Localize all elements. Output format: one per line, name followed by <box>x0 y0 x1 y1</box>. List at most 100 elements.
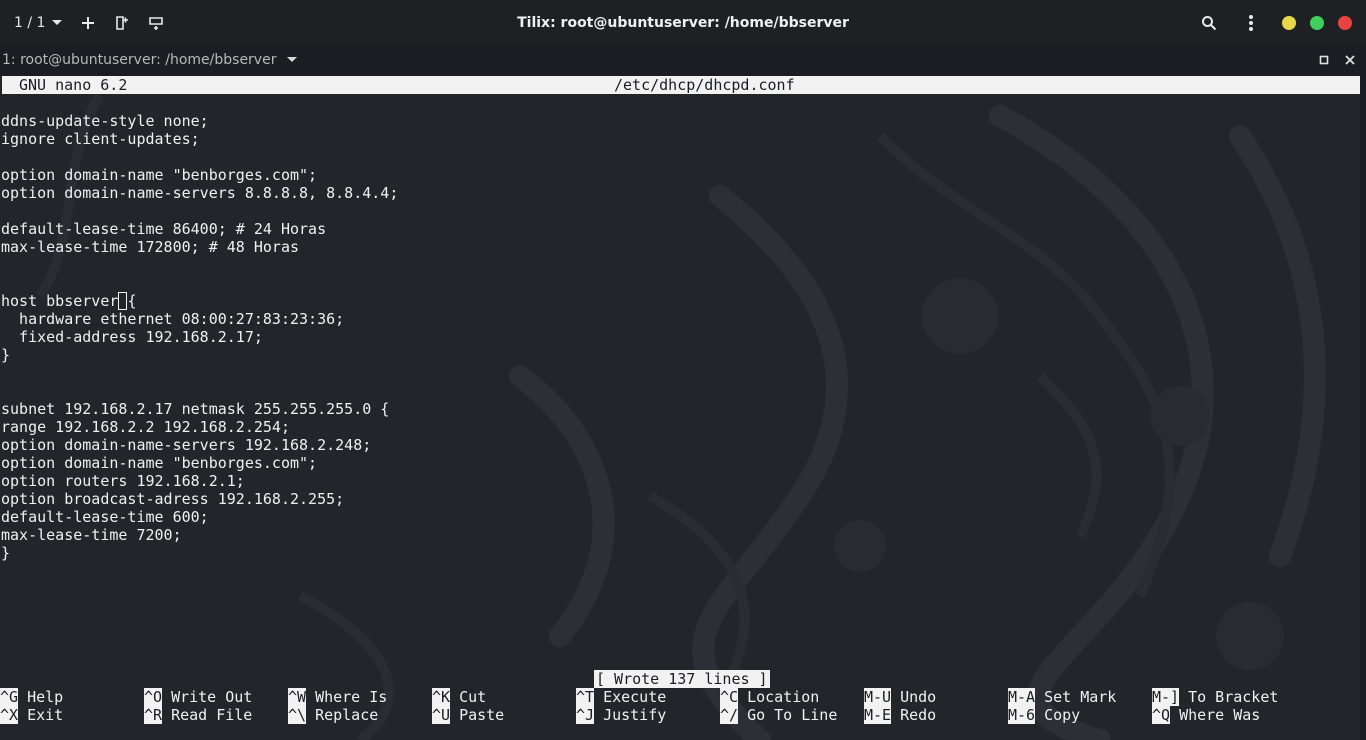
shortcut-redo[interactable]: M-E Redo <box>864 706 936 724</box>
editor-buffer[interactable]: ddns-update-style none; ignore client-upd… <box>1 112 398 562</box>
titlebar-left-group: 1 / 1 <box>14 0 173 46</box>
editor-line: fixed-address 192.168.2.17; <box>1 328 263 346</box>
titlebar-right-group <box>1192 0 1356 46</box>
shortcut-key: M-U <box>864 688 892 706</box>
shortcut-key: ^\ <box>288 706 307 724</box>
shortcut-justify[interactable]: ^J Justify <box>576 706 666 724</box>
kebab-menu-icon <box>1249 15 1253 31</box>
shortcut-read-file[interactable]: ^R Read File <box>144 706 252 724</box>
shortcut-key: ^G <box>0 688 19 706</box>
shortcut-label: Go To Line <box>747 706 838 724</box>
shortcut-label: Exit <box>27 706 64 724</box>
shortcut-set-mark[interactable]: M-A Set Mark <box>1008 688 1116 706</box>
shortcut-write-out[interactable]: ^O Write Out <box>144 688 252 706</box>
shortcut-label: To Bracket <box>1188 688 1279 706</box>
text-cursor <box>118 292 128 310</box>
chevron-down-icon <box>287 57 298 62</box>
add-terminal-down-button[interactable] <box>139 8 173 38</box>
shortcut-exit[interactable]: ^X Exit <box>0 706 63 724</box>
editor-line: subnet 192.168.2.17 netmask 255.255.255.… <box>1 400 390 418</box>
terminal-titlebar: 1: root@ubuntuserver: /home/bbserver <box>0 46 1366 74</box>
maximize-terminal-button[interactable] <box>1316 52 1332 68</box>
terminal-controls <box>1316 46 1358 74</box>
status-message: [ Wrote 137 lines ] <box>594 670 770 688</box>
close-button[interactable] <box>1338 16 1352 30</box>
maximize-button[interactable] <box>1310 16 1324 30</box>
shortcut-key: ^R <box>144 706 163 724</box>
shortcut-label: Redo <box>900 706 937 724</box>
close-terminal-button[interactable] <box>1342 52 1358 68</box>
shortcut-key: M-6 <box>1008 706 1036 724</box>
editor-line: max-lease-time 7200; <box>1 526 182 544</box>
shortcut-label: Paste <box>459 706 505 724</box>
shortcut-key: ^X <box>0 706 19 724</box>
shortcut-key: ^W <box>288 688 307 706</box>
shortcut-label: Justify <box>603 706 667 724</box>
editor-line: ignore client-updates; <box>1 130 200 148</box>
shortcut-label: Execute <box>603 688 667 706</box>
editor-line: ddns-update-style none; <box>1 112 209 130</box>
editor-line: } <box>1 346 11 364</box>
shortcut-key: ^Q <box>1152 706 1171 724</box>
nano-version: GNU nano 6.2 <box>19 76 128 94</box>
shortcut-to-bracket[interactable]: M-] To Bracket <box>1152 688 1278 706</box>
editor-line: option domain-name "benborges.com"; <box>1 166 318 184</box>
editor-line: option routers 192.168.2.1; <box>1 472 245 490</box>
shortcut-bar: ^G Help ^X Exit ^O Write Out ^R Read File ^W Wher… <box>0 688 1360 724</box>
shortcut-execute[interactable]: ^T Execute <box>576 688 666 706</box>
shortcut-paste[interactable]: ^U Paste <box>432 706 504 724</box>
shortcut-label: Set Mark <box>1044 688 1117 706</box>
shortcut-where-was[interactable]: ^Q Where Was <box>1152 706 1260 724</box>
terminal-title: 1: root@ubuntuserver: /home/bbserver <box>2 52 277 68</box>
shortcut-key: ^T <box>576 688 595 706</box>
terminal-title-menu[interactable]: 1: root@ubuntuserver: /home/bbserver <box>2 46 298 74</box>
shortcut-cut[interactable]: ^K Cut <box>432 688 486 706</box>
shortcut-label: Help <box>27 688 64 706</box>
shortcut-key: ^/ <box>720 706 739 724</box>
shortcut-key: ^J <box>576 706 595 724</box>
editor-line: range 192.168.2.2 192.168.2.254; <box>1 418 290 436</box>
find-button[interactable] <box>1192 8 1226 38</box>
split-right-icon <box>116 16 129 30</box>
session-switcher[interactable]: 1 / 1 <box>14 15 63 31</box>
shortcut-help[interactable]: ^G Help <box>0 688 63 706</box>
editor-line: option domain-name "benborges.com"; <box>1 454 318 472</box>
editor-line: default-lease-time 600; <box>1 508 209 526</box>
terminal-scrollbar[interactable] <box>1360 76 1366 740</box>
editor-line: option broadcast-adress 192.168.2.255; <box>1 490 345 508</box>
shortcut-where-is[interactable]: ^W Where Is <box>288 688 387 706</box>
shortcut-key: M-A <box>1008 688 1036 706</box>
minimize-button[interactable] <box>1282 16 1296 30</box>
shortcut-label: Read File <box>171 706 253 724</box>
shortcut-key: ^U <box>432 706 451 724</box>
shortcut-label: Copy <box>1044 706 1081 724</box>
editor-line: option domain-name-servers 8.8.8.8, 8.8.… <box>1 184 399 202</box>
nano-title-bar: GNU nano 6.2 /etc/dhcp/dhcpd.conf <box>2 76 1360 94</box>
shortcut-key: ^C <box>720 688 739 706</box>
shortcut-copy[interactable]: M-6 Copy <box>1008 706 1080 724</box>
maximize-icon <box>1319 55 1329 65</box>
add-terminal-right-button[interactable] <box>105 8 139 38</box>
session-counter: 1 / 1 <box>14 15 46 31</box>
shortcut-replace[interactable]: ^\ Replace <box>288 706 378 724</box>
add-session-button[interactable] <box>71 8 105 38</box>
window-title: Tilix: root@ubuntuserver: /home/bbserver <box>517 15 849 31</box>
shortcut-label: Where Was <box>1179 706 1261 724</box>
terminal-view[interactable]: GNU nano 6.2 /etc/dhcp/dhcpd.conf ddns-u… <box>0 76 1360 740</box>
shortcut-label: Cut <box>459 688 487 706</box>
editor-line: host bbserver { <box>1 292 137 310</box>
editor-line: default-lease-time 86400; # 24 Horas <box>1 220 327 238</box>
menu-button[interactable] <box>1234 8 1268 38</box>
shortcut-undo[interactable]: M-U Undo <box>864 688 936 706</box>
shortcut-go-to-line[interactable]: ^/ Go To Line <box>720 706 837 724</box>
chevron-down-icon <box>52 20 63 25</box>
shortcut-label: Replace <box>315 706 379 724</box>
shortcut-location[interactable]: ^C Location <box>720 688 819 706</box>
shortcut-key: ^O <box>144 688 163 706</box>
close-icon <box>1345 55 1355 65</box>
